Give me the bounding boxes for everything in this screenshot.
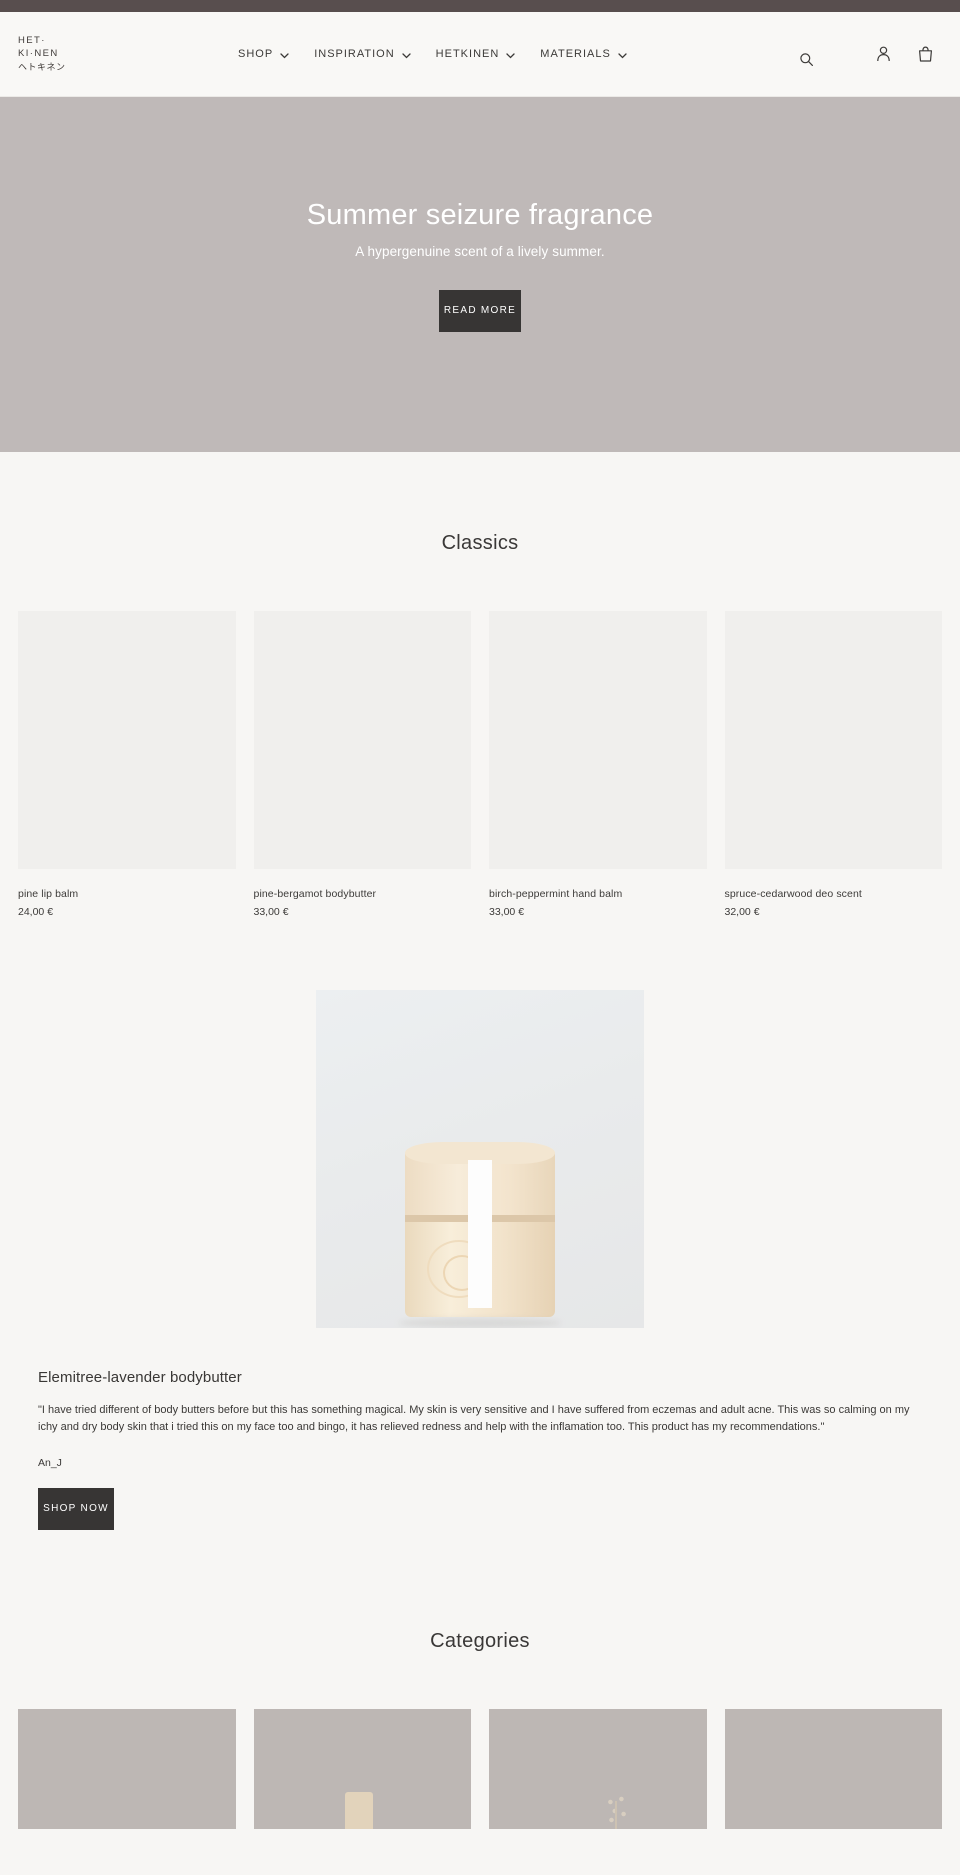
product-price: 33,00 € bbox=[253, 906, 289, 918]
chevron-down-icon bbox=[505, 50, 516, 61]
featured-author: An_J bbox=[38, 1457, 62, 1469]
main-navigation: SHOP INSPIRATION HETKINEN MATERIALS bbox=[238, 48, 628, 60]
product-card[interactable]: pine lip balm 24,00 € bbox=[18, 611, 236, 918]
classics-section: Classics pine lip balm 24,00 € pine-berg… bbox=[0, 452, 960, 918]
product-card[interactable]: spruce-cedarwood deo scent 32,00 € bbox=[724, 611, 942, 918]
category-card[interactable] bbox=[724, 1709, 942, 1829]
nav-label-hetkinen: HETKINEN bbox=[435, 48, 500, 60]
hero-title: Summer seizure fragrance bbox=[306, 199, 654, 231]
product-name: spruce-cedarwood deo scent bbox=[724, 888, 862, 900]
chevron-down-icon bbox=[617, 50, 628, 61]
nav-label-inspiration: INSPIRATION bbox=[314, 48, 395, 60]
product-card[interactable]: pine-bergamot bodybutter 33,00 € bbox=[253, 611, 471, 918]
account-icon[interactable] bbox=[872, 43, 894, 65]
chevron-down-icon bbox=[279, 50, 290, 61]
site-logo[interactable]: HET· KI·NEN ヘトキネン bbox=[18, 34, 188, 75]
featured-text-block: Elemitree-lavender bodybutter "I have tr… bbox=[0, 1369, 960, 1530]
product-image bbox=[18, 611, 236, 869]
category-image bbox=[18, 1709, 236, 1829]
category-card[interactable] bbox=[18, 1709, 236, 1829]
product-name: pine lip balm bbox=[18, 888, 79, 900]
category-card[interactable] bbox=[489, 1709, 707, 1829]
featured-testimonial-section: Elemitree-lavender bodybutter "I have tr… bbox=[0, 990, 960, 1530]
nav-item-materials[interactable]: MATERIALS bbox=[540, 48, 628, 60]
featured-quote: "I have tried different of body butters … bbox=[38, 1404, 910, 1433]
hero-banner: Summer seizure fragrance A hypergenuine … bbox=[0, 97, 960, 452]
product-card[interactable]: birch-peppermint hand balm 33,00 € bbox=[489, 611, 707, 918]
categories-section: Categories bbox=[0, 1630, 960, 1829]
nav-item-shop[interactable]: SHOP bbox=[238, 48, 290, 60]
product-image bbox=[489, 611, 707, 869]
featured-image-wrap bbox=[0, 990, 960, 1328]
categories-grid bbox=[0, 1709, 960, 1829]
product-name: birch-peppermint hand balm bbox=[489, 888, 623, 900]
categories-section-title: Categories bbox=[430, 1630, 530, 1652]
shop-now-button[interactable]: SHOP NOW bbox=[38, 1488, 114, 1530]
product-image bbox=[253, 611, 471, 869]
logo-line-3-japanese: ヘトキネン bbox=[18, 61, 66, 72]
product-name: pine-bergamot bodybutter bbox=[253, 888, 377, 900]
announcement-bar bbox=[0, 0, 960, 12]
product-price: 32,00 € bbox=[724, 906, 760, 918]
search-icon[interactable] bbox=[795, 48, 817, 70]
nav-label-shop: SHOP bbox=[238, 48, 274, 60]
nav-item-hetkinen[interactable]: HETKINEN bbox=[436, 48, 517, 60]
classics-product-grid: pine lip balm 24,00 € pine-bergamot body… bbox=[0, 611, 960, 918]
hero-read-more-button[interactable]: READ MORE bbox=[439, 290, 521, 332]
logo-line-1: HET· bbox=[18, 34, 46, 46]
header-actions bbox=[872, 43, 942, 65]
category-image bbox=[724, 1709, 942, 1829]
nav-item-inspiration[interactable]: INSPIRATION bbox=[314, 48, 411, 60]
category-card[interactable] bbox=[253, 1709, 471, 1829]
category-image bbox=[489, 1709, 707, 1829]
site-header: HET· KI·NEN ヘトキネン SHOP INSPIRATION HETKI… bbox=[0, 12, 960, 97]
product-price: 24,00 € bbox=[18, 906, 54, 918]
classics-section-title: Classics bbox=[441, 532, 519, 554]
chevron-down-icon bbox=[401, 50, 412, 61]
category-image bbox=[253, 1709, 471, 1829]
hero-subtitle: A hypergenuine scent of a lively summer. bbox=[355, 244, 605, 259]
cart-icon[interactable] bbox=[914, 43, 936, 65]
logo-line-2: KI·NEN bbox=[18, 48, 59, 60]
nav-label-materials: MATERIALS bbox=[540, 48, 611, 60]
featured-product-title: Elemitree-lavender bodybutter bbox=[38, 1369, 242, 1386]
product-price: 33,00 € bbox=[489, 906, 525, 918]
featured-product-image[interactable] bbox=[316, 990, 644, 1328]
wooden-jar-illustration bbox=[405, 1142, 555, 1317]
product-image bbox=[724, 611, 942, 869]
